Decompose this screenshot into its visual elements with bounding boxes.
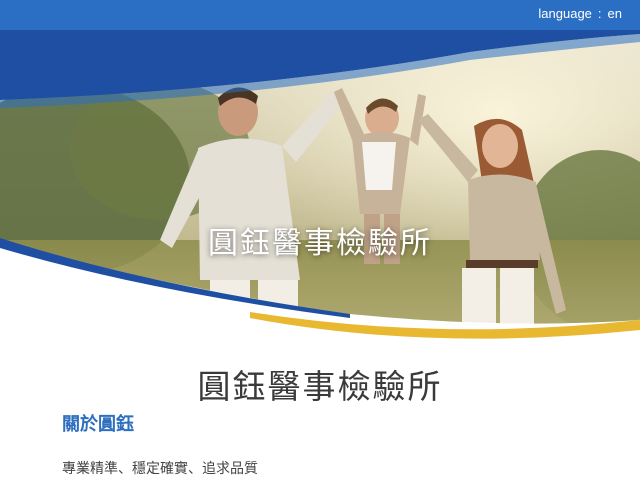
language-label: language	[538, 6, 592, 21]
language-value: en	[607, 6, 622, 21]
language-switcher[interactable]: language: en	[538, 6, 622, 21]
site-title: 圓鈺醫事檢驗所	[197, 367, 443, 406]
about-heading[interactable]: 關於圓鈺	[62, 410, 134, 436]
hero-banner: 圓鈺醫事檢驗所	[0, 30, 640, 360]
hero-title: 圓鈺醫事檢驗所	[208, 226, 432, 261]
language-separator: :	[597, 6, 602, 21]
tagline-text: 專業精準、穩定確實、追求品質	[62, 461, 258, 477]
hero-photo	[0, 30, 640, 360]
top-bar: language: en	[0, 0, 640, 30]
